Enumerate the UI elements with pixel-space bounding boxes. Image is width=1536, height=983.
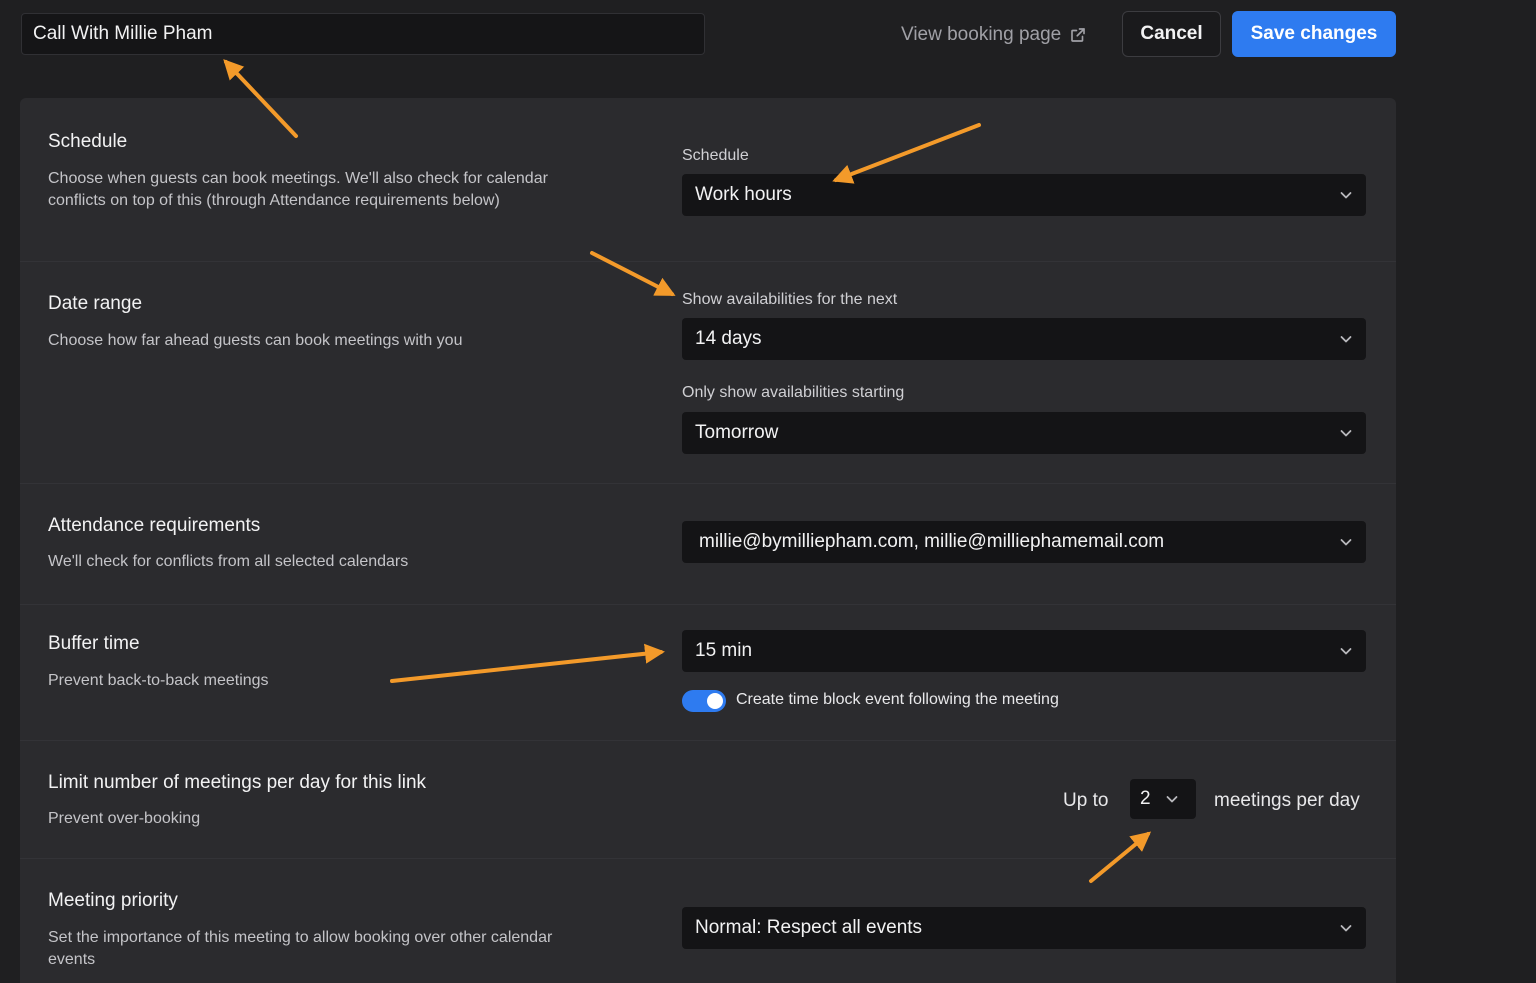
meetings-per-day-select[interactable]: 2 [1130, 779, 1196, 819]
time-block-toggle-label: Create time block event following the me… [736, 691, 1059, 708]
attendance-calendars-value: millie@bymilliepham.com, millie@millieph… [699, 531, 1165, 552]
date-range-title: Date range [48, 293, 143, 314]
buffer-time-description: Prevent back-to-back meetings [48, 672, 269, 689]
schedule-description: Choose when guests can book meetings. We… [48, 170, 548, 209]
meeting-priority-section: Meeting priority Set the importance of t… [20, 858, 1396, 983]
chevron-down-icon [1340, 648, 1352, 655]
schedule-section: Schedule Choose when guests can book mee… [20, 98, 1396, 262]
chevron-down-icon [1340, 192, 1352, 199]
limit-prefix-label: Up to [1063, 790, 1109, 811]
schedule-select[interactable]: Work hours [682, 174, 1366, 216]
chevron-down-icon [1166, 796, 1177, 803]
view-booking-page-label: View booking page [901, 24, 1062, 45]
meetings-per-day-value: 2 [1140, 788, 1151, 809]
limit-suffix-label: meetings per day [1214, 790, 1360, 811]
chevron-down-icon [1340, 336, 1352, 343]
settings-panel: Schedule Choose when guests can book mee… [20, 98, 1396, 983]
date-range-next-select[interactable]: 14 days [682, 318, 1366, 360]
time-block-toggle[interactable] [682, 690, 726, 712]
date-range-next-value: 14 days [695, 328, 762, 349]
schedule-field-label: Schedule [682, 147, 749, 164]
buffer-time-section: Buffer time Prevent back-to-back meeting… [20, 604, 1396, 741]
booking-link-editor: View booking page Cancel Save changes Sc… [0, 0, 1536, 983]
chevron-down-icon [1340, 925, 1352, 932]
date-range-section: Date range Choose how far ahead guests c… [20, 261, 1396, 484]
attendance-title: Attendance requirements [48, 515, 261, 536]
meeting-priority-description: Set the importance of this meeting to al… [48, 929, 553, 968]
cancel-button[interactable]: Cancel [1122, 11, 1221, 57]
limit-meetings-title: Limit number of meetings per day for thi… [48, 772, 427, 793]
date-range-start-select[interactable]: Tomorrow [682, 412, 1366, 454]
limit-meetings-description: Prevent over-booking [48, 810, 201, 827]
meeting-priority-select[interactable]: Normal: Respect all events [682, 907, 1366, 949]
buffer-time-select[interactable]: 15 min [682, 630, 1366, 672]
meeting-priority-value: Normal: Respect all events [695, 917, 923, 938]
date-range-description: Choose how far ahead guests can book mee… [48, 332, 463, 349]
date-range-next-label: Show availabilities for the next [682, 291, 898, 308]
attendance-description: We'll check for conflicts from all selec… [48, 553, 409, 570]
view-booking-page-link[interactable]: View booking page [901, 20, 1087, 50]
schedule-title: Schedule [48, 131, 128, 152]
attendance-calendars-select[interactable]: millie@bymilliepham.com, millie@millieph… [682, 521, 1366, 563]
date-range-start-value: Tomorrow [695, 422, 779, 443]
chevron-down-icon [1340, 539, 1352, 546]
buffer-time-title: Buffer time [48, 633, 140, 654]
buffer-time-value: 15 min [695, 640, 753, 661]
save-changes-button[interactable]: Save changes [1232, 11, 1396, 57]
schedule-select-value: Work hours [695, 184, 792, 205]
toggle-knob [707, 693, 723, 709]
chevron-down-icon [1340, 430, 1352, 437]
external-link-icon [1071, 28, 1086, 42]
date-range-start-label: Only show availabilities starting [682, 384, 905, 401]
limit-meetings-section: Limit number of meetings per day for thi… [20, 740, 1396, 859]
attendance-section: Attendance requirements We'll check for … [20, 483, 1396, 605]
link-title-input[interactable] [21, 13, 705, 55]
meeting-priority-title: Meeting priority [48, 890, 178, 911]
